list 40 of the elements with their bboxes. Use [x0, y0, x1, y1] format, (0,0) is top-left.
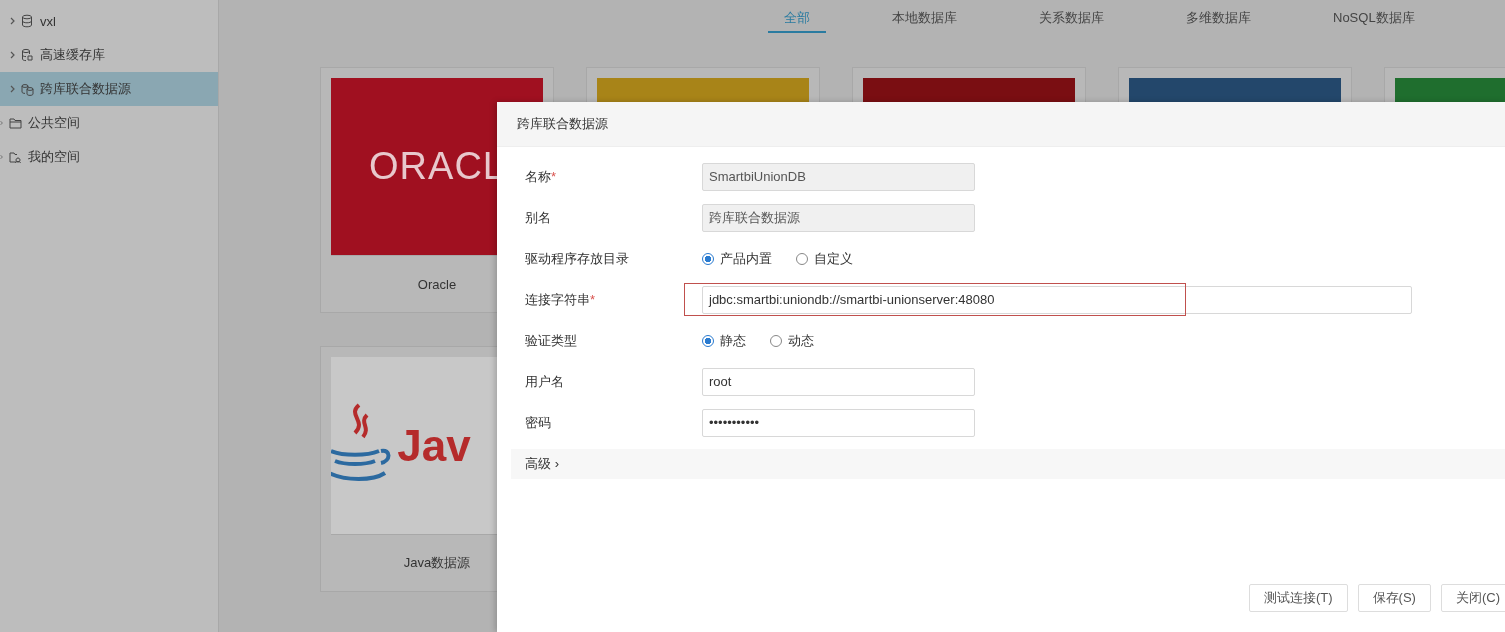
chevron-icon — [0, 119, 3, 127]
input-field[interactable]: jdbc:smartbi:uniondb://smartbi-unionserver:48080 — [702, 285, 1412, 314]
tree-item-label: 公共空间 — [28, 114, 80, 132]
folder-user-icon — [9, 150, 22, 164]
tree-item[interactable]: 高速缓存库 — [0, 38, 218, 72]
folder-icon — [9, 116, 22, 130]
dialog-button[interactable]: 保存(S) — [1357, 584, 1431, 612]
tab[interactable]: 多维数据库 — [1170, 9, 1267, 33]
input-field[interactable]: root — [702, 367, 975, 396]
field-label: 密码 — [525, 413, 552, 432]
card-label: Java数据源 — [403, 554, 471, 572]
radio-option[interactable]: 静态 — [702, 331, 746, 350]
field-label: 别名 — [525, 208, 552, 227]
chevron-icon — [10, 85, 15, 93]
tab[interactable]: NoSQL数据库 — [1317, 9, 1431, 33]
radio-option[interactable]: 自定义 — [796, 249, 853, 268]
radio-option[interactable]: 产品内置 — [702, 249, 772, 268]
input-field[interactable]: ••••••••••• — [702, 408, 975, 437]
tab[interactable]: 本地数据库 — [876, 9, 973, 33]
database-icon — [21, 82, 34, 96]
tree-item[interactable]: 我的空间 — [0, 140, 218, 174]
tab[interactable]: 关系数据库 — [1023, 9, 1120, 33]
database-icon — [21, 48, 34, 62]
logo-text: ORACL — [369, 145, 505, 188]
dialog-button[interactable]: 测试连接(T) — [1249, 584, 1348, 612]
dialog-button[interactable]: 关闭(C) — [1440, 584, 1505, 612]
database-icon — [21, 14, 34, 28]
chevron-icon — [10, 17, 15, 25]
tree-item[interactable]: 跨库联合数据源 — [0, 72, 218, 106]
chevron-icon — [0, 153, 3, 161]
card-label: Oracle — [417, 276, 457, 292]
tree-item-label: 高速缓存库 — [40, 46, 105, 64]
tree-item-label: 跨库联合数据源 — [40, 80, 131, 98]
radio-option[interactable]: 动态 — [770, 331, 814, 350]
tree-item[interactable]: vxl — [0, 4, 218, 38]
tree-item[interactable]: 公共空间 — [0, 106, 218, 140]
logo-text: Jav — [397, 420, 471, 471]
chevron-icon — [10, 51, 15, 59]
tree-item-label: 我的空间 — [28, 148, 80, 166]
tree-item-label: vxl — [40, 13, 56, 29]
